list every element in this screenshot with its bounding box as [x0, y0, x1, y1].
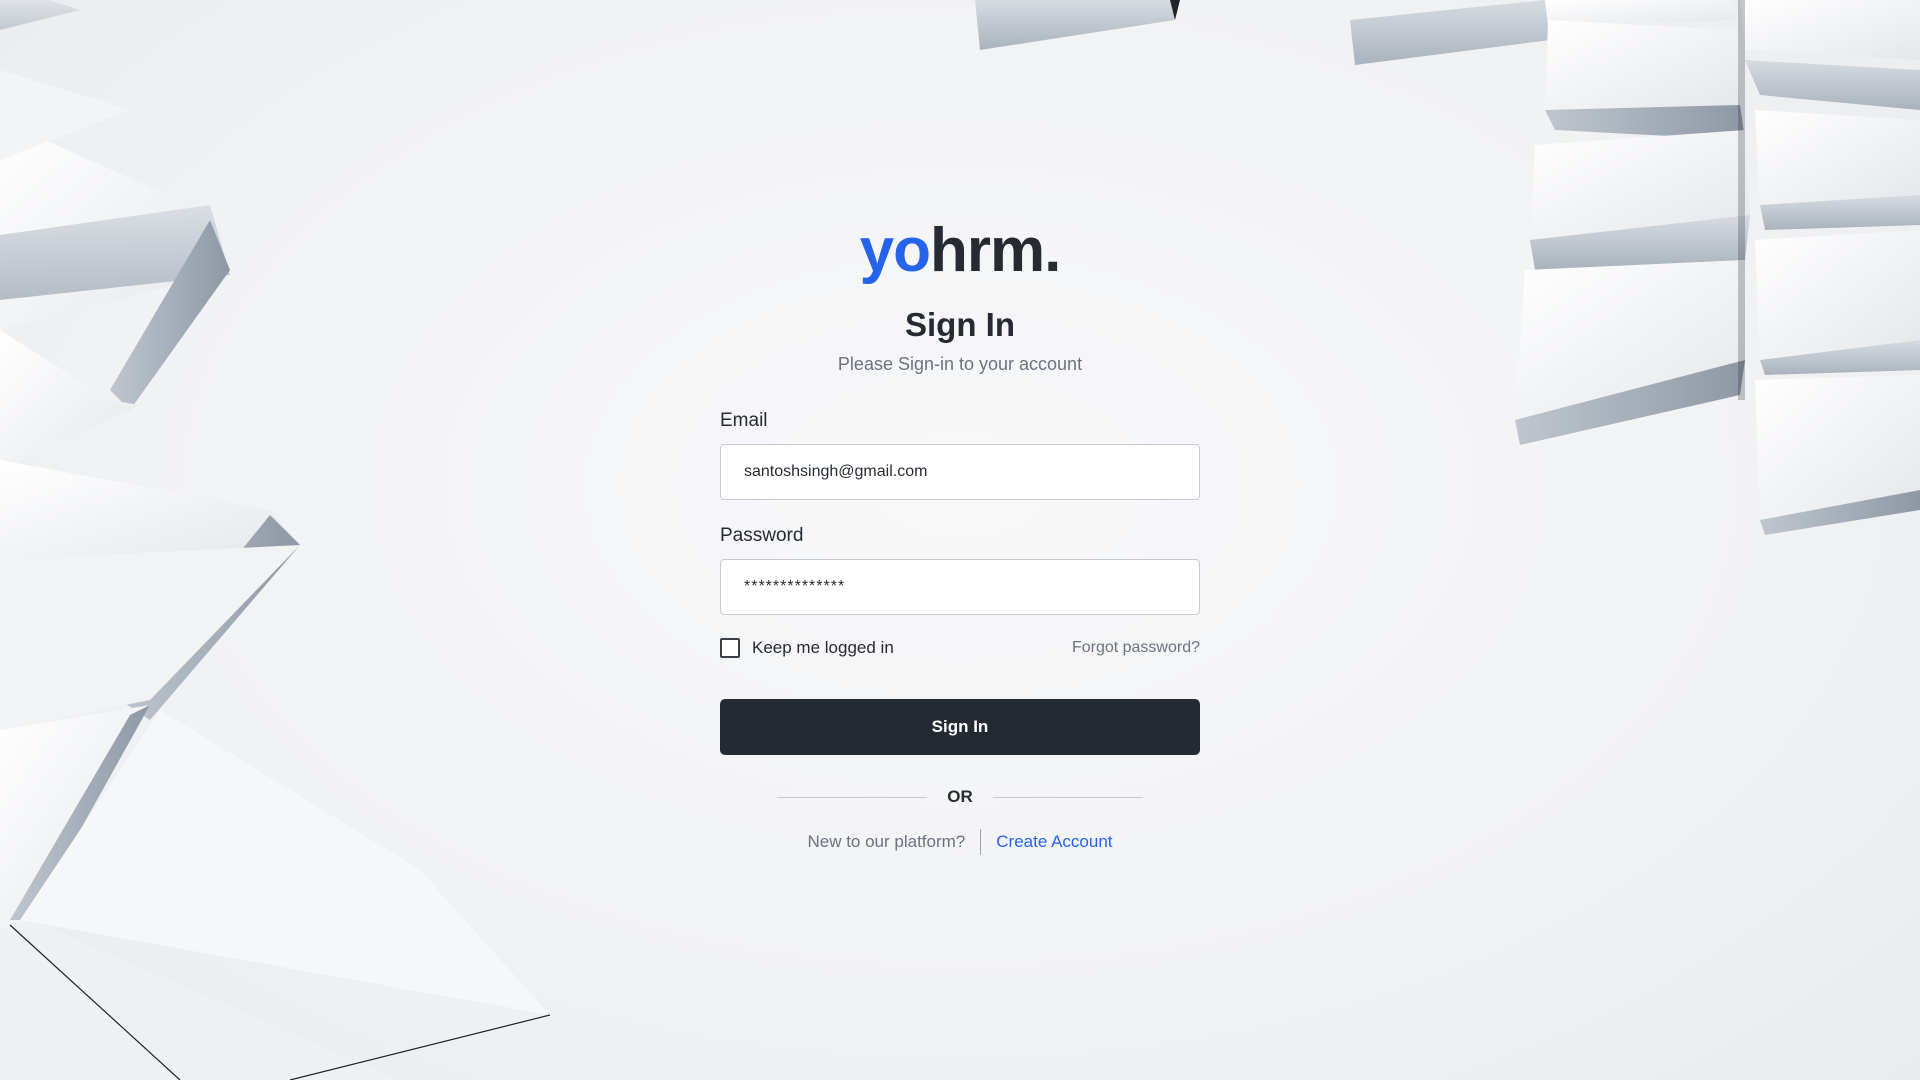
or-divider: OR	[720, 787, 1200, 807]
sign-in-button[interactable]: Sign In	[720, 699, 1200, 755]
sign-in-page: yohrm. Sign In Please Sign-in to your ac…	[0, 0, 1920, 1080]
keep-logged-in-label: Keep me logged in	[752, 638, 894, 657]
email-value: santoshsingh@gmail.com	[744, 463, 928, 480]
form-options: Keep me logged in Forgot password?	[720, 637, 1200, 659]
register-prompt: New to our platform? Create Account	[720, 829, 1200, 855]
register-text: New to our platform?	[807, 832, 966, 851]
forgot-password-link[interactable]: Forgot password?	[1072, 639, 1200, 657]
logo-suffix: hrm.	[930, 216, 1061, 285]
password-label: Password	[720, 525, 804, 546]
divider-label: OR	[947, 787, 973, 806]
email-label: Email	[720, 410, 768, 431]
create-account-link[interactable]: Create Account	[996, 832, 1112, 852]
page-subtitle: Please Sign-in to your account	[837, 354, 1083, 374]
password-field[interactable]: **************	[720, 559, 1200, 615]
logo-prefix: yo	[859, 216, 931, 285]
keep-logged-in[interactable]: Keep me logged in	[720, 638, 894, 658]
page-title: Sign In	[905, 306, 1015, 343]
sign-in-form: yohrm. Sign In Please Sign-in to your ac…	[720, 220, 1200, 855]
email-field[interactable]: santoshsingh@gmail.com	[720, 444, 1200, 500]
divider-line-left	[777, 796, 927, 798]
keep-logged-in-checkbox[interactable]	[720, 638, 740, 658]
brand-logo: yohrm.	[720, 220, 1200, 290]
password-value: **************	[744, 578, 846, 595]
divider-line-right	[993, 796, 1143, 798]
register-separator	[980, 829, 982, 855]
